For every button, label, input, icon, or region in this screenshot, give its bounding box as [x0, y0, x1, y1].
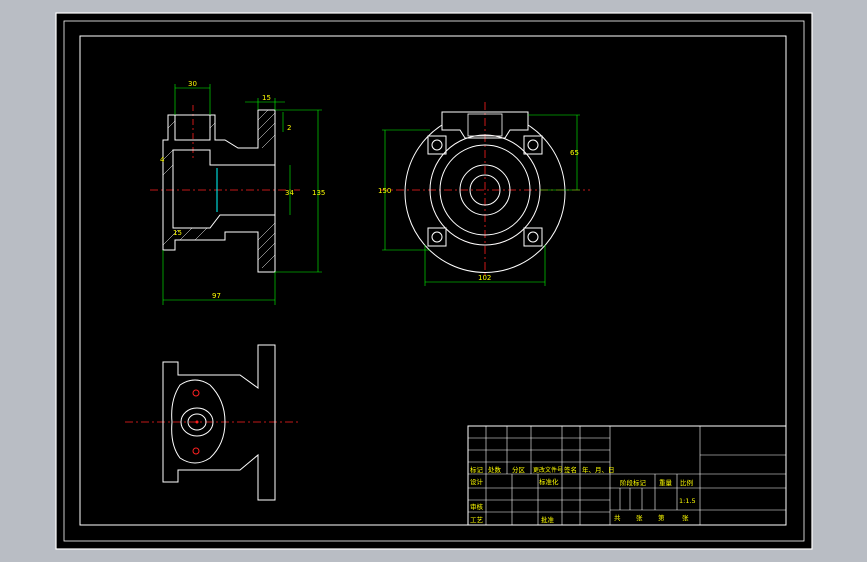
cad-viewport[interactable]: 30 15 2 34 135 97 4 15 150 65 102 标记 处数 …: [0, 0, 867, 562]
tb-scale: 1:1.5: [679, 497, 696, 505]
tb-approve: 批准: [541, 515, 555, 524]
tb-weight: 重量: [659, 479, 673, 487]
tb-process: 工艺: [470, 516, 484, 524]
dim-bore: 34: [285, 189, 294, 197]
tb-standard: 标准化: [539, 477, 559, 486]
dim-tab-height: 65: [570, 149, 579, 157]
dim-width-top: 30: [188, 80, 197, 88]
dim-flange-offset: 15: [262, 94, 271, 102]
tb-design: 设计: [470, 477, 484, 486]
tb-date: 年、月、日: [582, 465, 615, 474]
dim-height-total: 135: [312, 189, 325, 197]
dim-length-total: 97: [212, 292, 221, 300]
dim-circle-dia: 150: [378, 187, 391, 195]
tb-scale-label: 比例: [680, 478, 693, 487]
tb-sign: 签名: [564, 465, 577, 474]
dim-left-callout: 4: [160, 156, 165, 164]
tb-sheet-no: 第: [658, 513, 665, 522]
tb-count: 处数: [488, 465, 502, 474]
dim-flange-thk: 2: [287, 124, 291, 132]
drawing-sheet: [55, 12, 813, 550]
dim-bolt-span: 102: [478, 274, 491, 282]
tb-sheets-unit-b: 张: [682, 513, 689, 522]
tb-doc: 更改文件号: [533, 466, 563, 474]
tb-stage-mark: 阶段标记: [620, 478, 647, 487]
tb-sheets-unit-a: 张: [636, 513, 643, 522]
tb-mark: 标记: [470, 465, 484, 474]
tb-sheets-total: 共: [614, 513, 621, 522]
port-center: [195, 420, 199, 424]
tb-zone: 分区: [512, 465, 526, 474]
tb-review: 审核: [470, 502, 484, 511]
dim-lower-callout: 15: [173, 229, 182, 237]
